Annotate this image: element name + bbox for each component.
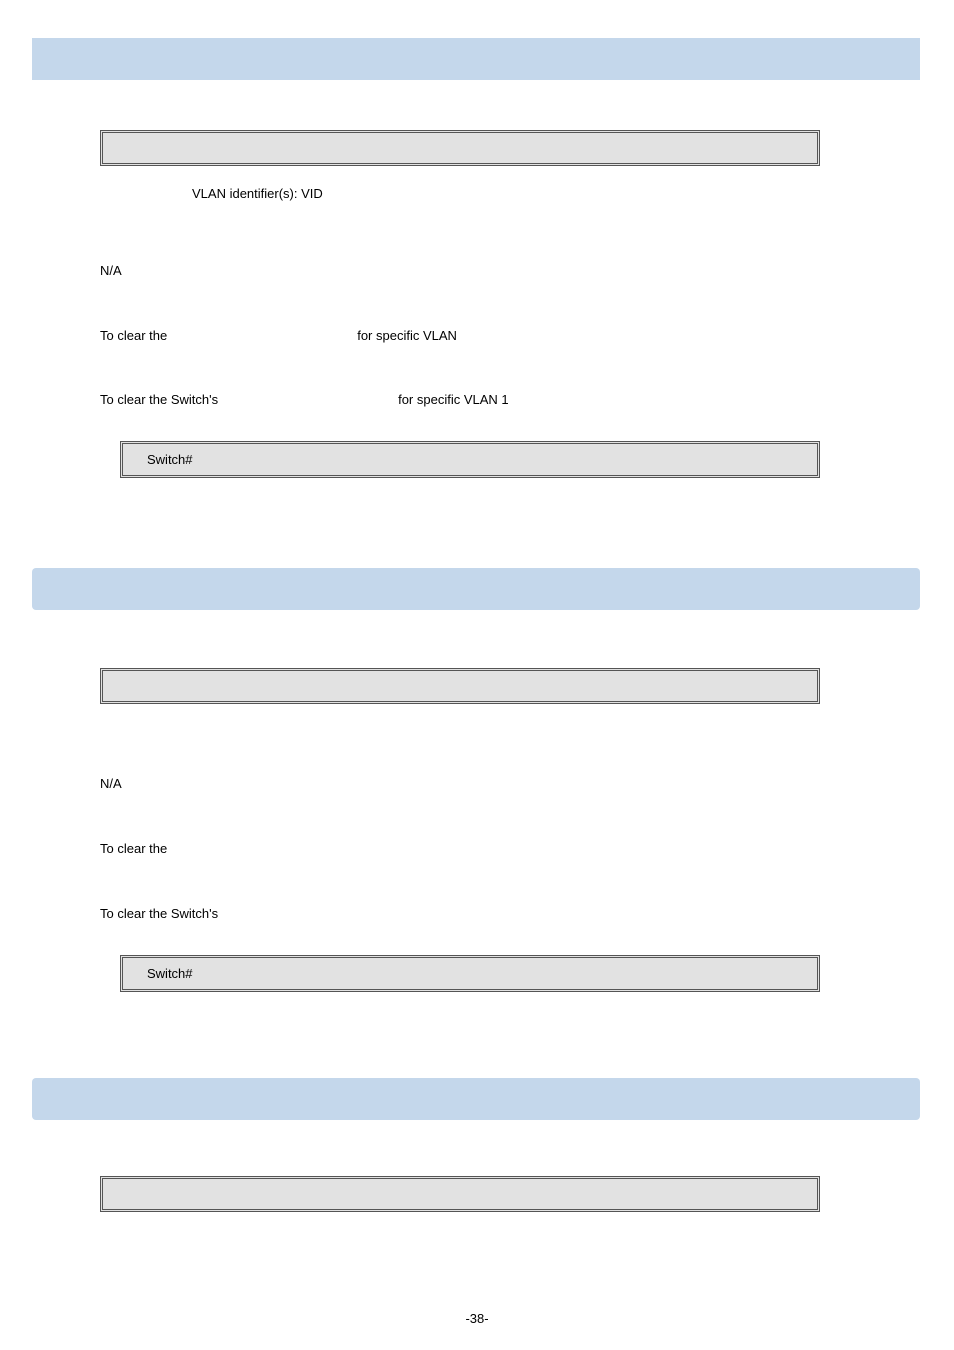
- default-2: N/A: [100, 774, 800, 795]
- prompt-2: Switch#: [147, 966, 193, 981]
- example-box-2: Switch#: [120, 955, 820, 992]
- example-line-2: To clear the Switch's: [100, 904, 800, 925]
- default-text-1: N/A: [100, 263, 122, 278]
- param-line-1: VLAN identifier(s): VID: [100, 184, 800, 205]
- section-header-2: [32, 568, 920, 610]
- example-suffix-1: for specific VLAN 1: [398, 390, 509, 411]
- section-header-3: [32, 1078, 920, 1120]
- default-text-2: N/A: [100, 776, 122, 791]
- usage-suffix-1: for specific VLAN: [357, 326, 457, 347]
- syntax-box-1: [100, 130, 820, 166]
- usage-prefix-2: To clear the: [100, 841, 167, 856]
- prompt-1: Switch#: [147, 452, 193, 467]
- syntax-box-2: [100, 668, 820, 704]
- example-prefix-1: To clear the Switch's: [100, 390, 218, 411]
- syntax-box-3: [100, 1176, 820, 1212]
- default-1: N/A: [100, 261, 800, 282]
- section-header-1: [32, 38, 920, 80]
- example-line-1: To clear the Switch's for specific VLAN …: [100, 390, 800, 411]
- page-number: -38-: [0, 1311, 954, 1326]
- usage-line-2: To clear the: [100, 839, 800, 860]
- param-text-1: VLAN identifier(s): VID: [192, 186, 323, 201]
- example-box-1: Switch#: [120, 441, 820, 478]
- usage-prefix-1: To clear the: [100, 326, 167, 347]
- page-number-text: -38-: [465, 1311, 488, 1326]
- example-prefix-2: To clear the Switch's: [100, 906, 218, 921]
- usage-line-1: To clear the for specific VLAN: [100, 326, 800, 347]
